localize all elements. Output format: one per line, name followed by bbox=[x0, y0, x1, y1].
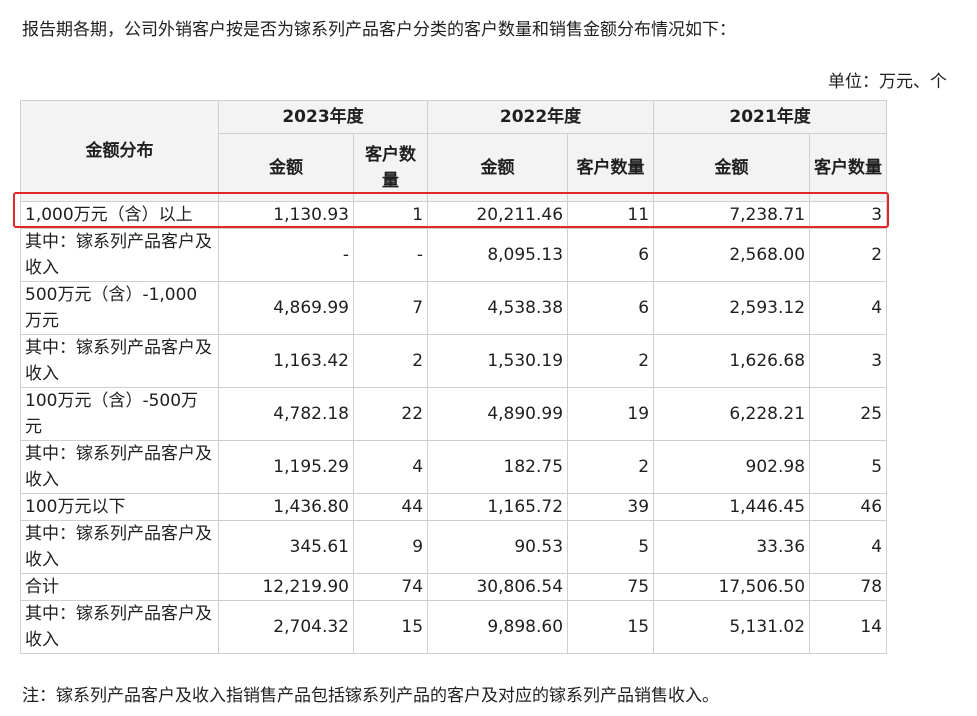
header-amount-2022: 金额 bbox=[427, 133, 569, 202]
cell-count-2023: 4 bbox=[352, 440, 429, 494]
cell-count-2022: 2 bbox=[567, 440, 655, 494]
header-count-2022: 客户数量 bbox=[567, 133, 655, 202]
row-label: 其中：镓系列产品客户及收入 bbox=[20, 440, 219, 494]
cell-count-2023: - bbox=[352, 228, 429, 282]
cell-amount-2021: 5,131.02 bbox=[653, 600, 811, 654]
cell-count-2021: 4 bbox=[809, 281, 888, 335]
cell-amount-2023: 12,219.90 bbox=[218, 573, 354, 601]
table-row-total: 合计 12,219.90 74 30,806.54 75 17,506.50 7… bbox=[20, 573, 888, 601]
table-row: 500万元（含）-1,000万元 4,869.99 7 4,538.38 6 2… bbox=[20, 281, 888, 335]
cell-amount-2021: 33.36 bbox=[653, 520, 811, 574]
row-label: 500万元（含）-1,000万元 bbox=[20, 281, 219, 335]
cell-amount-2023: - bbox=[218, 228, 354, 282]
cell-amount-2023: 2,704.32 bbox=[218, 600, 354, 654]
cell-amount-2021: 1,626.68 bbox=[653, 334, 811, 388]
table-row: 其中：镓系列产品客户及收入 - - 8,095.13 6 2,568.00 2 bbox=[20, 228, 888, 282]
cell-count-2021: 3 bbox=[809, 334, 888, 388]
cell-count-2021: 25 bbox=[809, 387, 888, 441]
row-label: 其中：镓系列产品客户及收入 bbox=[20, 600, 219, 654]
table-row: 1,000万元（含）以上 1,130.93 1 20,211.46 11 7,2… bbox=[20, 201, 888, 229]
cell-count-2022: 39 bbox=[567, 493, 655, 521]
header-count-2021: 客户数量 bbox=[809, 133, 888, 202]
row-label: 其中：镓系列产品客户及收入 bbox=[20, 520, 219, 574]
header-amount-2023: 金额 bbox=[218, 133, 354, 202]
cell-count-2022: 6 bbox=[567, 281, 655, 335]
row-label: 100万元（含）-500万元 bbox=[20, 387, 219, 441]
row-label: 合计 bbox=[20, 573, 219, 601]
cell-count-2023: 74 bbox=[352, 573, 429, 601]
cell-amount-2021: 902.98 bbox=[653, 440, 811, 494]
row-label: 其中：镓系列产品客户及收入 bbox=[20, 334, 219, 388]
cell-amount-2023: 4,869.99 bbox=[218, 281, 354, 335]
cell-amount-2022: 20,211.46 bbox=[427, 201, 569, 229]
cell-count-2023: 9 bbox=[352, 520, 429, 574]
cell-amount-2022: 90.53 bbox=[427, 520, 569, 574]
cell-amount-2023: 1,195.29 bbox=[218, 440, 354, 494]
header-year-2023: 2023年度 bbox=[217, 100, 429, 134]
header-amount-distribution: 金额分布 bbox=[20, 100, 219, 202]
cell-amount-2023: 345.61 bbox=[218, 520, 354, 574]
table-row: 100万元（含）-500万元 4,782.18 22 4,890.99 19 6… bbox=[20, 387, 888, 441]
table-row: 其中：镓系列产品客户及收入 2,704.32 15 9,898.60 15 5,… bbox=[20, 600, 888, 654]
cell-count-2022: 15 bbox=[567, 600, 655, 654]
unit-label: 单位：万元、个 bbox=[828, 72, 947, 92]
row-label: 1,000万元（含）以上 bbox=[20, 201, 219, 229]
cell-amount-2021: 7,238.71 bbox=[653, 201, 811, 229]
cell-amount-2021: 17,506.50 bbox=[653, 573, 811, 601]
cell-count-2022: 75 bbox=[567, 573, 655, 601]
cell-amount-2021: 1,446.45 bbox=[653, 493, 811, 521]
table-row: 其中：镓系列产品客户及收入 1,195.29 4 182.75 2 902.98… bbox=[20, 440, 888, 494]
header-year-row: 金额分布 2023年度 2022年度 2021年度 bbox=[20, 100, 888, 202]
cell-count-2021: 4 bbox=[809, 520, 888, 574]
cell-amount-2021: 6,228.21 bbox=[653, 387, 811, 441]
header-year-2022: 2022年度 bbox=[427, 100, 655, 134]
cell-count-2023: 15 bbox=[352, 600, 429, 654]
header-amount-2021: 金额 bbox=[653, 133, 811, 202]
cell-amount-2022: 4,538.38 bbox=[427, 281, 569, 335]
cell-amount-2022: 1,530.19 bbox=[427, 334, 569, 388]
header-year-2021: 2021年度 bbox=[653, 100, 888, 134]
cell-count-2023: 1 bbox=[352, 201, 429, 229]
cell-amount-2021: 2,568.00 bbox=[653, 228, 811, 282]
cell-count-2021: 14 bbox=[809, 600, 888, 654]
cell-count-2022: 19 bbox=[567, 387, 655, 441]
cell-count-2021: 78 bbox=[809, 573, 888, 601]
cell-amount-2021: 2,593.12 bbox=[653, 281, 811, 335]
cell-count-2022: 6 bbox=[567, 228, 655, 282]
cell-amount-2023: 1,163.42 bbox=[218, 334, 354, 388]
cell-count-2022: 5 bbox=[567, 520, 655, 574]
footnote: 注：镓系列产品客户及收入指销售产品包括镓系列产品的客户及对应的镓系列产品销售收入… bbox=[22, 686, 719, 706]
cell-count-2021: 3 bbox=[809, 201, 888, 229]
cell-count-2021: 5 bbox=[809, 440, 888, 494]
cell-count-2022: 2 bbox=[567, 334, 655, 388]
cell-amount-2022: 182.75 bbox=[427, 440, 569, 494]
cell-amount-2022: 30,806.54 bbox=[427, 573, 569, 601]
cell-amount-2022: 1,165.72 bbox=[427, 493, 569, 521]
cell-count-2023: 22 bbox=[352, 387, 429, 441]
customer-distribution-table: 金额分布 2023年度 2022年度 2021年度 金额 客户数量 金额 客户数… bbox=[20, 100, 888, 654]
table-row: 其中：镓系列产品客户及收入 1,163.42 2 1,530.19 2 1,62… bbox=[20, 334, 888, 388]
row-label: 其中：镓系列产品客户及收入 bbox=[20, 228, 219, 282]
cell-amount-2022: 9,898.60 bbox=[427, 600, 569, 654]
cell-count-2021: 2 bbox=[809, 228, 888, 282]
cell-amount-2023: 1,130.93 bbox=[218, 201, 354, 229]
table-row: 其中：镓系列产品客户及收入 345.61 9 90.53 5 33.36 4 bbox=[20, 520, 888, 574]
cell-count-2023: 7 bbox=[352, 281, 429, 335]
cell-amount-2023: 1,436.80 bbox=[218, 493, 354, 521]
cell-count-2023: 44 bbox=[352, 493, 429, 521]
cell-count-2023: 2 bbox=[352, 334, 429, 388]
cell-amount-2022: 8,095.13 bbox=[427, 228, 569, 282]
row-label: 100万元以下 bbox=[20, 493, 219, 521]
cell-amount-2023: 4,782.18 bbox=[218, 387, 354, 441]
cell-count-2022: 11 bbox=[567, 201, 655, 229]
intro-text: 报告期各期，公司外销客户按是否为镓系列产品客户分类的客户数量和销售金额分布情况如… bbox=[22, 20, 736, 40]
cell-amount-2022: 4,890.99 bbox=[427, 387, 569, 441]
cell-count-2021: 46 bbox=[809, 493, 888, 521]
header-count-2023: 客户数量 bbox=[352, 133, 429, 202]
table-row: 100万元以下 1,436.80 44 1,165.72 39 1,446.45… bbox=[20, 493, 888, 521]
